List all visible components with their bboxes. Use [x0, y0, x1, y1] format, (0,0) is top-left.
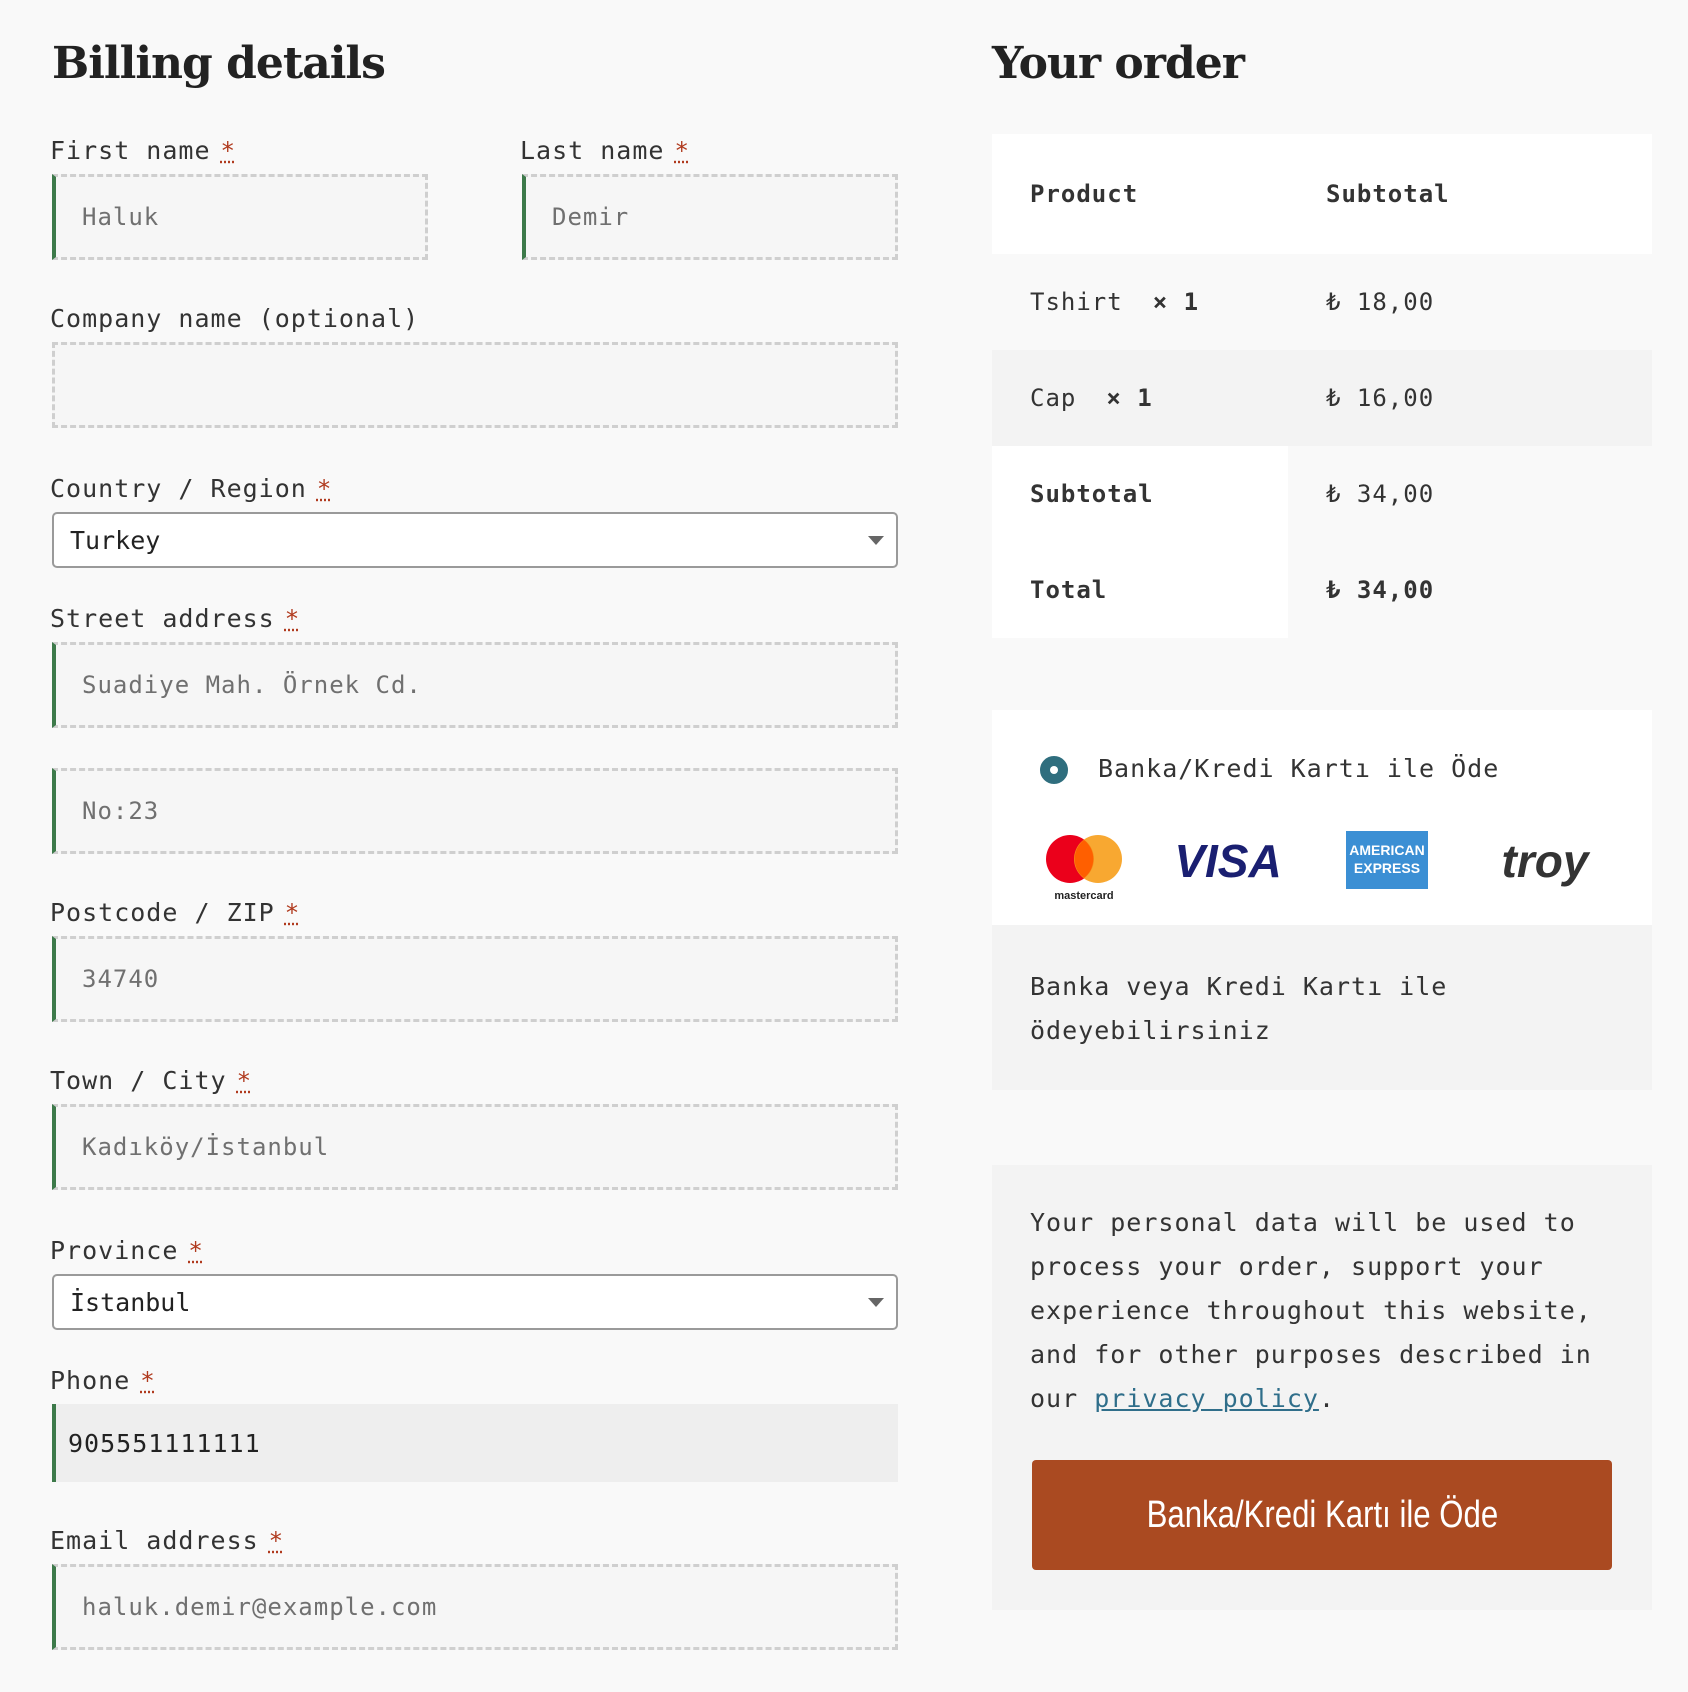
place-order-label: Banka/Kredi Kartı ile Öde [1146, 1493, 1498, 1536]
chevron-down-icon [868, 1298, 884, 1307]
postcode-label: Postcode / ZIP * [50, 898, 301, 927]
mastercard-icon: mastercard [1046, 835, 1122, 902]
privacy-policy-link[interactable]: privacy policy [1094, 1384, 1319, 1413]
order-item-row: Tshirt × 1 ₺ 18,00 [992, 254, 1652, 350]
order-item-row: Cap × 1 ₺ 16,00 [992, 350, 1652, 446]
required-mark: * [284, 605, 301, 633]
country-value: Turkey [70, 525, 161, 555]
city-label: Town / City * [50, 1066, 253, 1095]
mastercard-logo-text: mastercard [1054, 890, 1113, 902]
payment-description-box: Banka veya Kredi Kartı ile ödeyebilirsin… [992, 925, 1652, 1090]
email-input[interactable]: haluk.demir@example.com [52, 1564, 898, 1650]
street-line2-input[interactable]: No:23 [52, 768, 898, 854]
order-heading: Your order [992, 38, 1245, 89]
city-input[interactable]: Kadıköy/İstanbul [52, 1104, 898, 1190]
required-mark: * [268, 1527, 285, 1555]
place-order-box: Your personal data will be used to proce… [992, 1165, 1652, 1610]
street-label: Street address * [50, 604, 301, 633]
required-mark: * [188, 1237, 204, 1265]
billing-heading: Billing details [52, 38, 386, 89]
total-label: Total [1030, 576, 1108, 604]
troy-icon: troy [1502, 835, 1591, 887]
province-select[interactable]: İstanbul [52, 1274, 898, 1330]
total-row: Total ₺ 34,00 [992, 542, 1652, 638]
required-mark: * [674, 137, 690, 165]
company-input[interactable] [52, 342, 898, 428]
company-label: Company name (optional) [50, 304, 420, 333]
visa-icon: VISA [1174, 835, 1281, 887]
payment-radio[interactable] [1040, 756, 1068, 784]
email-label: Email address * [50, 1526, 285, 1555]
payment-description: Banka veya Kredi Kartı ile ödeyebilirsin… [1030, 972, 1448, 1045]
amex-logo-text-bottom: EXPRESS [1354, 860, 1420, 876]
chevron-down-icon [868, 536, 884, 545]
required-mark: * [236, 1067, 253, 1095]
required-mark: * [284, 899, 301, 927]
country-label: Country / Region * [50, 474, 333, 503]
total-value: ₺ 34,00 [1326, 576, 1435, 604]
subtotal-column-header: Subtotal [1326, 180, 1450, 208]
last-name-input[interactable]: Demir [522, 174, 898, 260]
required-mark: * [316, 475, 333, 503]
province-label: Province * [50, 1236, 204, 1265]
country-select[interactable]: Turkey [52, 512, 898, 568]
last-name-label: Last name * [520, 136, 690, 165]
product-column-header: Product [1030, 180, 1139, 208]
troy-logo-text: troy [1502, 835, 1591, 887]
amex-icon: AMERICAN EXPRESS [1346, 831, 1428, 889]
amex-logo-text-top: AMERICAN [1349, 842, 1424, 858]
phone-input[interactable]: 905551111111 [52, 1404, 898, 1482]
street-line1-input[interactable]: Suadiye Mah. Örnek Cd. [52, 642, 898, 728]
phone-label: Phone * [50, 1366, 156, 1395]
required-mark: * [140, 1367, 156, 1395]
postcode-input[interactable]: 34740 [52, 936, 898, 1022]
payment-method-box: Banka/Kredi Kartı ile Öde mastercard VIS… [992, 710, 1652, 925]
province-value: İstanbul [70, 1287, 191, 1317]
first-name-label: First name * [50, 136, 236, 165]
subtotal-label: Subtotal [1030, 480, 1154, 508]
item-name: Cap [1030, 384, 1077, 412]
item-qty: × 1 [1106, 384, 1153, 412]
item-name: Tshirt [1030, 288, 1123, 316]
subtotal-row: Subtotal ₺ 34,00 [992, 446, 1652, 542]
visa-logo-text: VISA [1174, 835, 1281, 887]
order-table-header: Product Subtotal [992, 134, 1652, 254]
card-logos: mastercard VISA AMERICAN EXPRESS troy [1046, 831, 1591, 902]
subtotal-value: ₺ 34,00 [1326, 480, 1435, 508]
order-table: Product Subtotal Tshirt × 1 ₺ 18,00 Cap × … [992, 134, 1652, 638]
payment-method-label[interactable]: Banka/Kredi Kartı ile Öde [1098, 754, 1499, 783]
item-price: ₺ 18,00 [1326, 288, 1435, 316]
item-qty: × 1 [1152, 288, 1200, 316]
place-order-button[interactable]: Banka/Kredi Kartı ile Öde [1032, 1460, 1612, 1570]
required-mark: * [220, 137, 236, 165]
privacy-notice: Your personal data will be used to proce… [1030, 1208, 1592, 1413]
first-name-input[interactable]: Haluk [52, 174, 428, 260]
item-price: ₺ 16,00 [1326, 384, 1435, 412]
